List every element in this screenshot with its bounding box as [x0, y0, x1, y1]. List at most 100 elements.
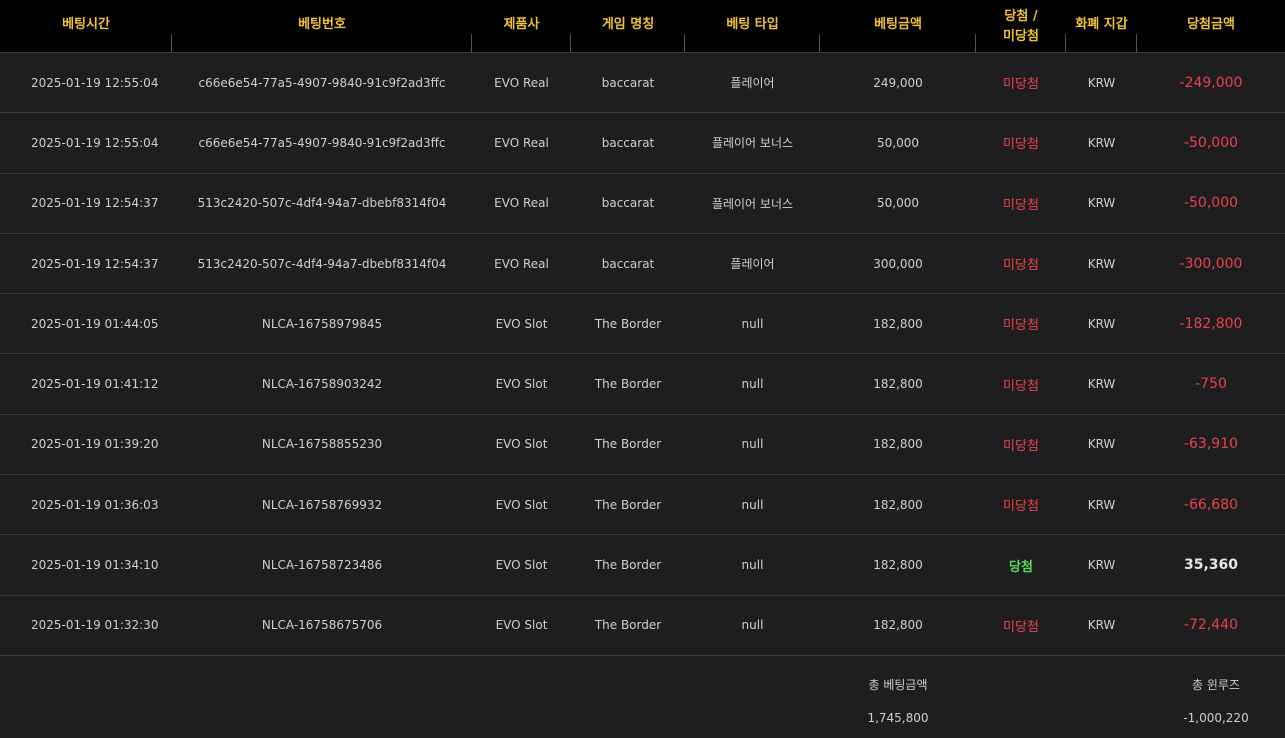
header-game-name[interactable]: 게임 명칭 — [571, 0, 685, 52]
cell-result-status: 미당첨 — [1003, 378, 1039, 394]
cell-provider: EVO Real — [494, 196, 549, 211]
cell-result-status: 미당첨 — [1003, 197, 1039, 213]
table-row[interactable]: 2025-01-19 12:55:04 c66e6e54-77a5-4907-9… — [0, 113, 1285, 174]
cell-payout: -63,910 — [1183, 436, 1239, 453]
bet-history-page: 베팅시간 베팅번호 제품사 게임 명칭 베팅 타입 베팅금액 당첨 / 미당첨 … — [0, 0, 1285, 738]
cell-bet-type: null — [741, 497, 764, 512]
cell-currency: KRW — [1087, 135, 1116, 150]
cell-payout: -750 — [1195, 376, 1227, 393]
cell-currency: KRW — [1087, 558, 1116, 573]
header-bet-id[interactable]: 베팅번호 — [172, 0, 472, 52]
header-win-lose[interactable]: 당첨 / 미당첨 — [976, 0, 1066, 52]
cell-currency: KRW — [1087, 196, 1116, 211]
cell-bet-type: null — [741, 618, 764, 633]
cell-bet-type: 플레이어 — [730, 257, 775, 272]
totals-summary: 총 베팅금액 1,745,800 총 윈루즈 -1,000,220 — [0, 662, 1285, 738]
cell-bet-amount: 50,000 — [877, 196, 919, 211]
cell-game-name: baccarat — [601, 256, 655, 271]
table-header: 베팅시간 베팅번호 제품사 게임 명칭 베팅 타입 베팅금액 당첨 / 미당첨 … — [0, 0, 1285, 53]
cell-payout: -72,440 — [1183, 617, 1239, 634]
cell-bet-amount: 182,800 — [873, 558, 923, 573]
cell-bet-id: NLCA-16758855230 — [261, 437, 383, 452]
total-bet-label: 총 베팅금액 — [868, 678, 928, 692]
cell-bet-type: null — [741, 437, 764, 452]
table-row[interactable]: 2025-01-19 12:54:37 513c2420-507c-4df4-9… — [0, 173, 1285, 234]
header-currency-wallet[interactable]: 화폐 지갑 — [1066, 0, 1137, 52]
cell-bet-time: 2025-01-19 01:34:10 — [31, 558, 159, 573]
table-row[interactable]: 2025-01-19 01:34:10 NLCA-16758723486 EVO… — [0, 535, 1285, 596]
cell-bet-type: 플레이어 보너스 — [711, 196, 794, 211]
cell-bet-id: NLCA-16758769932 — [261, 497, 383, 512]
cell-bet-id: c66e6e54-77a5-4907-9840-91c9f2ad3ffc — [198, 135, 446, 150]
cell-game-name: baccarat — [601, 135, 655, 150]
cell-result-status: 미당첨 — [1003, 77, 1039, 93]
cell-bet-type: 플레이어 보너스 — [711, 136, 794, 151]
cell-bet-amount: 182,800 — [873, 377, 923, 392]
table-row[interactable]: 2025-01-19 01:39:20 NLCA-16758855230 EVO… — [0, 414, 1285, 476]
cell-bet-time: 2025-01-19 01:36:03 — [31, 497, 159, 512]
cell-payout: 35,360 — [1183, 557, 1239, 574]
cell-result-status: 미당첨 — [1003, 258, 1039, 274]
table-row[interactable]: 2025-01-19 12:55:04 c66e6e54-77a5-4907-9… — [0, 53, 1285, 114]
header-bet-time[interactable]: 베팅시간 — [0, 0, 172, 52]
header-payout[interactable]: 당첨금액 — [1137, 0, 1285, 52]
cell-provider: EVO Real — [494, 256, 549, 271]
cell-bet-amount: 249,000 — [873, 75, 923, 90]
header-bet-type[interactable]: 베팅 타입 — [685, 0, 820, 52]
cell-provider: EVO Slot — [495, 618, 548, 633]
table-row[interactable]: 2025-01-19 01:36:03 NLCA-16758769932 EVO… — [0, 475, 1285, 536]
cell-bet-type: null — [741, 377, 764, 392]
cell-bet-id: c66e6e54-77a5-4907-9840-91c9f2ad3ffc — [198, 75, 446, 90]
cell-provider: EVO Slot — [495, 497, 548, 512]
table-row[interactable]: 2025-01-19 01:32:30 NLCA-16758675706 EVO… — [0, 595, 1285, 656]
table-row[interactable]: 2025-01-19 01:41:12 NLCA-16758903242 EVO… — [0, 354, 1285, 415]
cell-currency: KRW — [1087, 437, 1116, 452]
cell-provider: EVO Slot — [495, 558, 548, 573]
cell-currency: KRW — [1087, 256, 1116, 271]
cell-bet-time: 2025-01-19 01:41:12 — [31, 377, 159, 392]
cell-provider: EVO Real — [494, 75, 549, 90]
total-winloss-value: -1,000,220 — [1183, 711, 1249, 725]
cell-bet-time: 2025-01-19 12:55:04 — [31, 135, 159, 150]
cell-bet-type: null — [741, 316, 764, 331]
cell-currency: KRW — [1087, 316, 1116, 331]
cell-bet-id: NLCA-16758723486 — [261, 558, 383, 573]
cell-result-status: 미당첨 — [1003, 499, 1039, 515]
table-body: 2025-01-19 12:55:04 c66e6e54-77a5-4907-9… — [0, 53, 1285, 656]
cell-provider: EVO Slot — [495, 316, 548, 331]
cell-game-name: The Border — [594, 316, 662, 331]
cell-bet-type: 플레이어 — [730, 76, 775, 91]
header-provider[interactable]: 제품사 — [472, 0, 571, 52]
cell-payout: -66,680 — [1183, 496, 1239, 513]
cell-payout: -182,800 — [1179, 315, 1243, 332]
cell-game-name: baccarat — [601, 75, 655, 90]
cell-bet-type: null — [741, 558, 764, 573]
total-winloss-label: 총 윈루즈 — [1192, 678, 1240, 692]
cell-bet-amount: 50,000 — [877, 135, 919, 150]
cell-result-status: 당첨 — [1009, 559, 1033, 575]
cell-bet-time: 2025-01-19 01:39:20 — [31, 437, 159, 452]
cell-bet-amount: 182,800 — [873, 497, 923, 512]
table-row[interactable]: 2025-01-19 12:54:37 513c2420-507c-4df4-9… — [0, 233, 1285, 295]
cell-provider: EVO Slot — [495, 437, 548, 452]
cell-game-name: The Border — [594, 618, 662, 633]
total-bet-value: 1,745,800 — [867, 711, 929, 725]
cell-bet-id: NLCA-16758675706 — [261, 618, 383, 633]
cell-result-status: 미당첨 — [1003, 438, 1039, 454]
header-bet-amount[interactable]: 베팅금액 — [820, 0, 976, 52]
cell-game-name: The Border — [594, 497, 662, 512]
cell-provider: EVO Real — [494, 135, 549, 150]
table-row[interactable]: 2025-01-19 01:44:05 NLCA-16758979845 EVO… — [0, 294, 1285, 355]
cell-bet-amount: 182,800 — [873, 618, 923, 633]
cell-bet-time: 2025-01-19 12:54:37 — [31, 196, 159, 211]
cell-bet-time: 2025-01-19 12:54:37 — [31, 256, 159, 271]
cell-bet-id: NLCA-16758903242 — [261, 377, 383, 392]
cell-bet-id: 513c2420-507c-4df4-94a7-dbebf8314f04 — [197, 196, 447, 211]
cell-bet-time: 2025-01-19 12:55:04 — [31, 75, 159, 90]
cell-game-name: The Border — [594, 377, 662, 392]
cell-game-name: The Border — [594, 558, 662, 573]
cell-payout: -249,000 — [1179, 74, 1243, 91]
cell-payout: -300,000 — [1179, 255, 1243, 272]
cell-bet-id: 513c2420-507c-4df4-94a7-dbebf8314f04 — [197, 256, 447, 271]
cell-bet-amount: 182,800 — [873, 316, 923, 331]
